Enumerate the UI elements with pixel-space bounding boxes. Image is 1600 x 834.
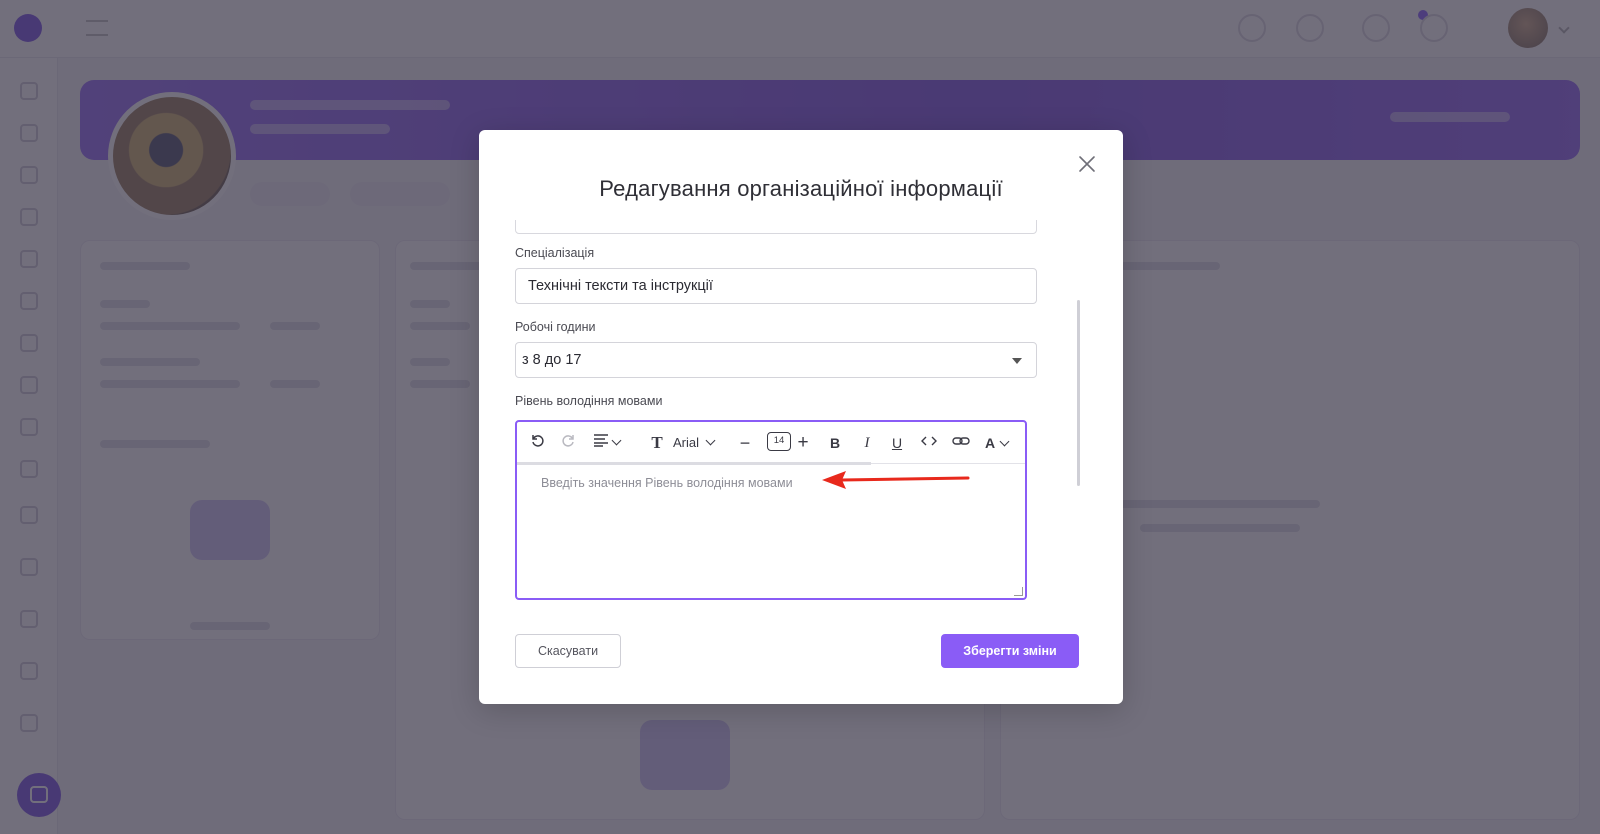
modal-scroll-area[interactable]: Спеціалізація Технічні тексти та інструк… — [515, 220, 1079, 650]
language-level-label: Рівень володіння мовами — [515, 394, 663, 408]
editor-toolbar: T Arial − 14 + B I U A — [517, 422, 1025, 464]
text-color-label: A — [985, 435, 996, 451]
working-hours-select[interactable]: з 8 до 17 — [515, 342, 1037, 378]
toolbar-scroll-indicator[interactable] — [517, 462, 871, 465]
redo-icon[interactable] — [559, 432, 579, 454]
bold-button[interactable]: B — [827, 432, 843, 454]
link-icon[interactable] — [951, 432, 971, 454]
text-color-button[interactable]: A — [985, 432, 1021, 454]
language-level-editor[interactable]: T Arial − 14 + B I U A Введіть значення … — [515, 420, 1027, 600]
code-icon[interactable] — [919, 432, 939, 454]
font-family-select[interactable]: Arial — [673, 432, 729, 454]
underline-button[interactable]: U — [889, 432, 905, 454]
text-t-icon[interactable]: T — [649, 432, 665, 454]
previous-field-input[interactable] — [515, 220, 1037, 234]
undo-icon[interactable] — [527, 432, 547, 454]
chevron-down-icon — [611, 435, 622, 446]
annotation-arrow — [822, 471, 970, 489]
modal-scrollbar[interactable] — [1077, 300, 1080, 486]
specialization-input[interactable]: Технічні тексти та інструкції — [515, 268, 1037, 304]
chevron-down-icon — [999, 436, 1010, 447]
working-hours-value: з 8 до 17 — [522, 352, 582, 368]
close-icon[interactable] — [1075, 152, 1099, 176]
font-size-field[interactable]: 14 — [767, 432, 791, 451]
font-family-value: Arial — [673, 435, 700, 450]
resize-handle[interactable] — [1014, 587, 1023, 596]
close-icon-glyph — [1079, 156, 1095, 172]
chevron-down-icon — [705, 435, 716, 446]
edit-organization-modal: Редагування організаційної інформації Сп… — [479, 130, 1123, 704]
save-changes-button[interactable]: Зберегти зміни — [941, 634, 1079, 668]
increase-size-button[interactable]: + — [795, 432, 811, 454]
decrease-size-button[interactable]: − — [737, 432, 753, 454]
specialization-label: Спеціалізація — [515, 246, 595, 260]
italic-button[interactable]: I — [859, 432, 875, 454]
editor-placeholder: Введіть значення Рівень володіння мовами — [541, 476, 793, 490]
modal-title: Редагування організаційної інформації — [599, 176, 1003, 201]
cancel-button[interactable]: Скасувати — [515, 634, 621, 668]
working-hours-label: Робочі години — [515, 320, 596, 334]
align-icon[interactable] — [593, 432, 635, 454]
dropdown-caret-icon — [1012, 358, 1022, 364]
